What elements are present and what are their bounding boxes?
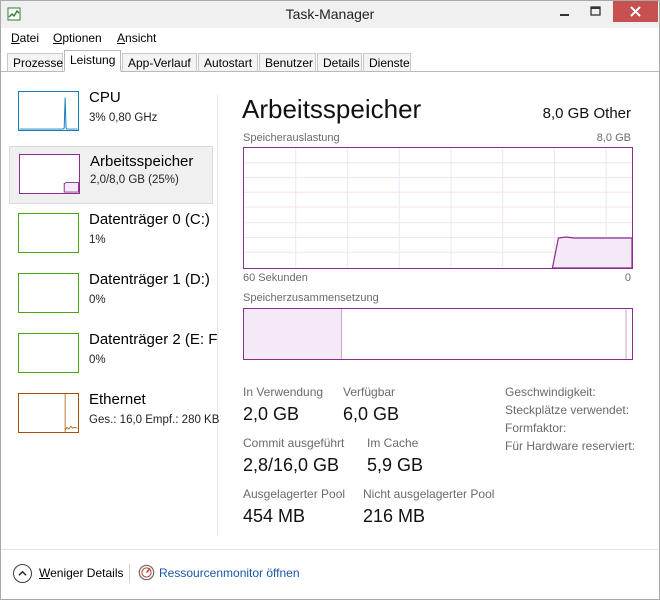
time-axis-left: 60 Sekunden: [243, 272, 308, 284]
memory-thumbnail-graph: [19, 154, 80, 194]
memory-label: Arbeitsspeicher: [90, 153, 194, 170]
sidebar-item-disk-1[interactable]: Datenträger 1 (D:) 0%: [9, 271, 213, 329]
menu-ansicht-rest: nsicht: [125, 31, 157, 45]
ethernet-usage-text: Ges.: 16,0 Empf.: 280 KB: [89, 414, 220, 426]
menu-datei[interactable]: Datei: [11, 31, 39, 45]
tab-leistung[interactable]: Leistung: [64, 50, 121, 72]
disk2-label: Datenträger 2 (E: F: [89, 331, 218, 348]
fewer-details-button[interactable]: Weniger Details: [39, 566, 123, 580]
cached-value: 5,9 GB: [367, 455, 424, 475]
commit-label: Commit ausgeführt: [243, 436, 345, 450]
usage-graph-max: 8,0 GB: [596, 132, 631, 144]
tab-prozesse[interactable]: Prozesse: [7, 53, 63, 72]
chevron-up-icon[interactable]: [13, 564, 32, 583]
paged-pool-label: Ausgelagerter Pool: [243, 487, 346, 501]
disk1-usage-text: 0%: [89, 294, 106, 306]
memory-capacity-spec: 8,0 GB Other: [542, 105, 631, 122]
hardware-reserved-label: Für Hardware reserviert:: [505, 439, 636, 453]
in-use-value: 2,0 GB: [243, 404, 300, 424]
title-bar[interactable]: Task-Manager: [1, 1, 659, 28]
slots-used-label: Steckplätze verwendet:: [505, 403, 630, 417]
in-use-label: In Verwendung: [243, 385, 324, 399]
memory-usage-graph: [243, 147, 633, 269]
sidebar-item-disk-2[interactable]: Datenträger 2 (E: F 0%: [9, 331, 217, 389]
cpu-thumbnail-graph: [18, 91, 79, 131]
sidebar-divider: [217, 95, 218, 535]
composition-in-use: [244, 309, 342, 359]
menu-ansicht[interactable]: Ansicht: [117, 31, 156, 45]
usage-graph-label: Speicherauslastung: [243, 132, 340, 144]
sidebar-item-ethernet[interactable]: Ethernet Ges.: 16,0 Empf.: 280 KB: [9, 391, 219, 449]
tab-autostart[interactable]: Autostart: [198, 53, 258, 72]
menu-datei-rest: atei: [19, 31, 40, 45]
sidebar-item-arbeitsspeicher[interactable]: Arbeitsspeicher 2,0/8,0 GB (25%): [9, 146, 213, 204]
minimize-button[interactable]: [551, 2, 578, 22]
page-title: Arbeitsspeicher: [242, 94, 422, 124]
disk1-label: Datenträger 1 (D:): [89, 271, 210, 288]
fewer-details-rest: eniger Details: [50, 566, 124, 580]
disk2-thumbnail-graph: [18, 333, 79, 373]
task-manager-window: Task-Manager Datei Optionen Ansicht Proz…: [0, 0, 660, 600]
resource-monitor-icon[interactable]: [138, 564, 155, 581]
available-label: Verfügbar: [343, 385, 396, 399]
time-axis-right: 0: [624, 272, 631, 284]
tab-details[interactable]: Details: [317, 53, 362, 72]
disk2-usage-text: 0%: [89, 354, 106, 366]
menu-optionen-rest: ptionen: [62, 31, 102, 45]
maximize-button[interactable]: [582, 2, 609, 22]
speed-label: Geschwindigkeit:: [505, 385, 596, 399]
sidebar-item-cpu[interactable]: CPU 3% 0,80 GHz: [9, 89, 213, 147]
disk1-thumbnail-graph: [18, 273, 79, 313]
menu-bar: Datei Optionen Ansicht: [1, 28, 659, 48]
ethernet-label: Ethernet: [89, 391, 146, 408]
close-button[interactable]: [613, 1, 658, 22]
disk0-thumbnail-graph: [18, 213, 79, 253]
disk0-label: Datenträger 0 (C:): [89, 211, 210, 228]
cached-label: Im Cache: [367, 436, 419, 450]
footer-divider: [129, 564, 130, 583]
cpu-usage-text: 3% 0,80 GHz: [89, 112, 158, 124]
nonpaged-pool-value: 216 MB: [363, 506, 426, 526]
tab-benutzer[interactable]: Benutzer: [259, 53, 316, 72]
cpu-label: CPU: [89, 89, 121, 106]
memory-usage-area: [551, 236, 632, 268]
footer-separator: [1, 549, 659, 550]
tab-app-verlauf[interactable]: App-Verlauf: [122, 53, 197, 72]
open-resource-monitor-link[interactable]: Ressourcenmonitor öffnen: [159, 566, 300, 580]
tab-bar: Prozesse Leistung App-Verlauf Autostart …: [1, 48, 659, 72]
form-factor-label: Formfaktor:: [505, 421, 567, 435]
nonpaged-pool-label: Nicht ausgelagerter Pool: [363, 487, 495, 501]
commit-value: 2,8/16,0 GB: [243, 455, 340, 475]
footer-bar: Weniger Details Ressourcenmonitor öffnen: [1, 553, 659, 599]
memory-composition-bar: [243, 308, 633, 360]
sidebar-item-disk-0[interactable]: Datenträger 0 (C:) 1%: [9, 211, 213, 269]
composition-graph-label: Speicherzusammensetzung: [243, 292, 379, 304]
menu-optionen[interactable]: Optionen: [53, 31, 102, 45]
disk0-usage-text: 1%: [89, 234, 106, 246]
available-value: 6,0 GB: [343, 404, 400, 424]
tab-dienste[interactable]: Dienste: [363, 53, 411, 72]
memory-usage-text: 2,0/8,0 GB (25%): [90, 174, 179, 186]
paged-pool-value: 454 MB: [243, 506, 306, 526]
ethernet-thumbnail-graph: [18, 393, 79, 433]
